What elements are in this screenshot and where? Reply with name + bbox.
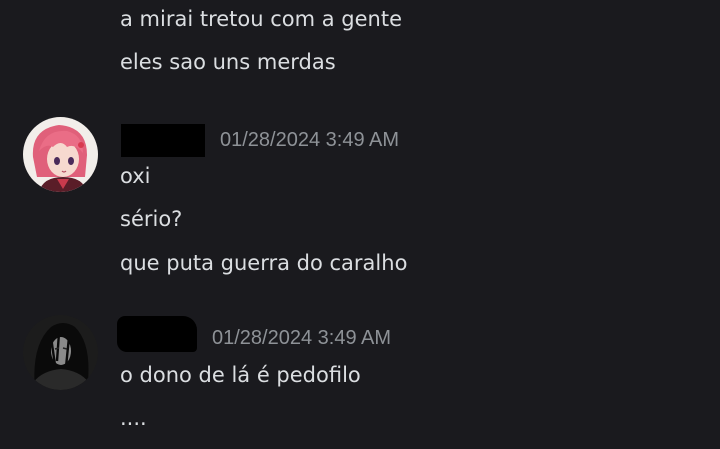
message-line: que puta guerra do caralho bbox=[120, 251, 408, 275]
user-avatar[interactable] bbox=[23, 117, 98, 192]
message-line: .... bbox=[120, 406, 147, 430]
pink-haired-anime-girl-avatar bbox=[23, 117, 98, 192]
dark-long-haired-figure-avatar bbox=[23, 315, 98, 390]
redacted-username bbox=[121, 124, 205, 157]
user-avatar[interactable] bbox=[23, 315, 98, 390]
message-line: o dono de lá é pedofilo bbox=[120, 363, 361, 387]
timestamp[interactable]: 01/28/2024 3:49 AM bbox=[212, 325, 391, 351]
message-line: sério? bbox=[120, 207, 183, 231]
timestamp[interactable]: 01/28/2024 3:49 AM bbox=[220, 127, 399, 153]
message-line: a mirai tretou com a gente bbox=[120, 7, 403, 31]
redacted-username bbox=[117, 316, 197, 352]
message-line: oxi bbox=[120, 164, 151, 188]
message-line: eles sao uns merdas bbox=[120, 50, 336, 74]
